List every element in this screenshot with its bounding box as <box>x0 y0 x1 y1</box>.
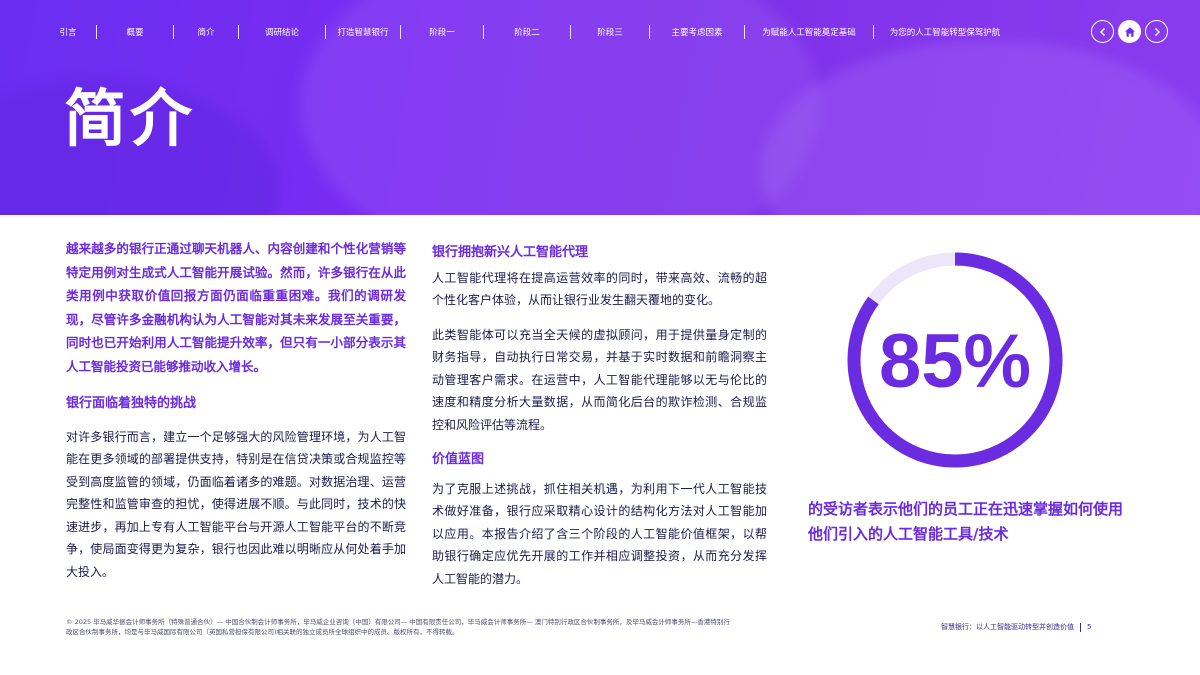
report-title: 智慧银行：以人工智能驱动转型并创造价值 <box>941 623 1074 631</box>
challenge-paragraph: 对许多银行而言，建立一个足够强大的风险管理环境，为人工智能在更多领域的部署提供支… <box>66 429 406 579</box>
section-nav: 引言 概要 简介 调研结论 打造智慧银行 阶段一 阶段二 阶段三 主要考虑因素 … <box>40 22 1016 42</box>
nav-item-ai-transformation[interactable]: 为您的人工智能转型保驾护航 <box>874 26 1016 38</box>
page-navigation-buttons <box>1091 20 1168 43</box>
footer-divider <box>1080 622 1081 632</box>
blueprint-heading: 价值蓝图 <box>432 452 485 467</box>
agents-heading: 银行拥抱新兴人工智能代理 <box>432 245 589 260</box>
nav-item-smart-bank[interactable]: 打造智慧银行 <box>326 26 400 38</box>
nav-item-introduction[interactable]: 简介 <box>174 26 238 38</box>
stat-ring: 85% <box>847 252 1063 468</box>
nav-item-findings[interactable]: 调研结论 <box>239 26 325 38</box>
home-icon <box>1124 26 1135 37</box>
nav-item-phase-3[interactable]: 阶段三 <box>571 26 649 38</box>
nav-item-phase-1[interactable]: 阶段一 <box>401 26 483 38</box>
blueprint-paragraph: 为了克服上述挑战，抓住相关机遇，为利用下一代人工智能技术做好准备，银行应采取精心… <box>432 481 767 586</box>
nav-item-intro[interactable]: 引言 <box>40 26 96 38</box>
nav-item-key-considerations[interactable]: 主要考虑因素 <box>650 26 744 38</box>
agents-paragraph-2: 此类智能体可以充当全天候的虚拟顾问，用于提供量身定制的财务指导，自动执行日常交易… <box>432 327 767 432</box>
page-number: 5 <box>1087 623 1092 631</box>
hero-banner: 引言 概要 简介 调研结论 打造智慧银行 阶段一 阶段二 阶段三 主要考虑因素 … <box>0 0 1200 215</box>
prev-page-button[interactable] <box>1091 20 1114 43</box>
nav-item-summary[interactable]: 概要 <box>97 26 173 38</box>
page-title: 简介 <box>64 82 197 155</box>
stat-caption: 的受访者表示他们的员工正在迅速掌握如何使用他们引入的人工智能工具/技术 <box>808 500 1124 543</box>
nav-item-phase-2[interactable]: 阶段二 <box>484 26 570 38</box>
chevron-left-icon <box>1099 27 1105 36</box>
hero-texture <box>760 40 1200 215</box>
nav-item-ai-foundation[interactable]: 为赋能人工智能奠定基础 <box>745 26 873 38</box>
chevron-right-icon <box>1154 27 1160 36</box>
stat-value: 85% <box>879 319 1031 404</box>
agents-paragraph-1: 人工智能代理将在提高运营效率的同时，带来高效、流畅的超个性化客户体验，从而让银行… <box>432 270 767 308</box>
intro-lead-paragraph: 越来越多的银行正通过聊天机器人、内容创建和个性化营销等特定用例对生成式人工智能开… <box>66 241 406 374</box>
agents-column: 银行拥抱新兴人工智能代理 人工智能代理将在提高运营效率的同时，带来高效、流畅的超… <box>432 241 767 590</box>
challenge-heading: 银行面临着独特的挑战 <box>66 396 197 411</box>
next-page-button[interactable] <box>1145 20 1168 43</box>
footer-legal-text: © 2025 毕马威华振会计师事务所（特殊普通合伙）— 中国合伙制会计师事务所，… <box>66 618 730 636</box>
intro-column: 越来越多的银行正通过聊天机器人、内容创建和个性化营销等特定用例对生成式人工智能开… <box>66 237 406 583</box>
footer-report-info: 智慧银行：以人工智能驱动转型并创造价值 5 <box>941 622 1091 632</box>
home-button[interactable] <box>1118 20 1141 43</box>
